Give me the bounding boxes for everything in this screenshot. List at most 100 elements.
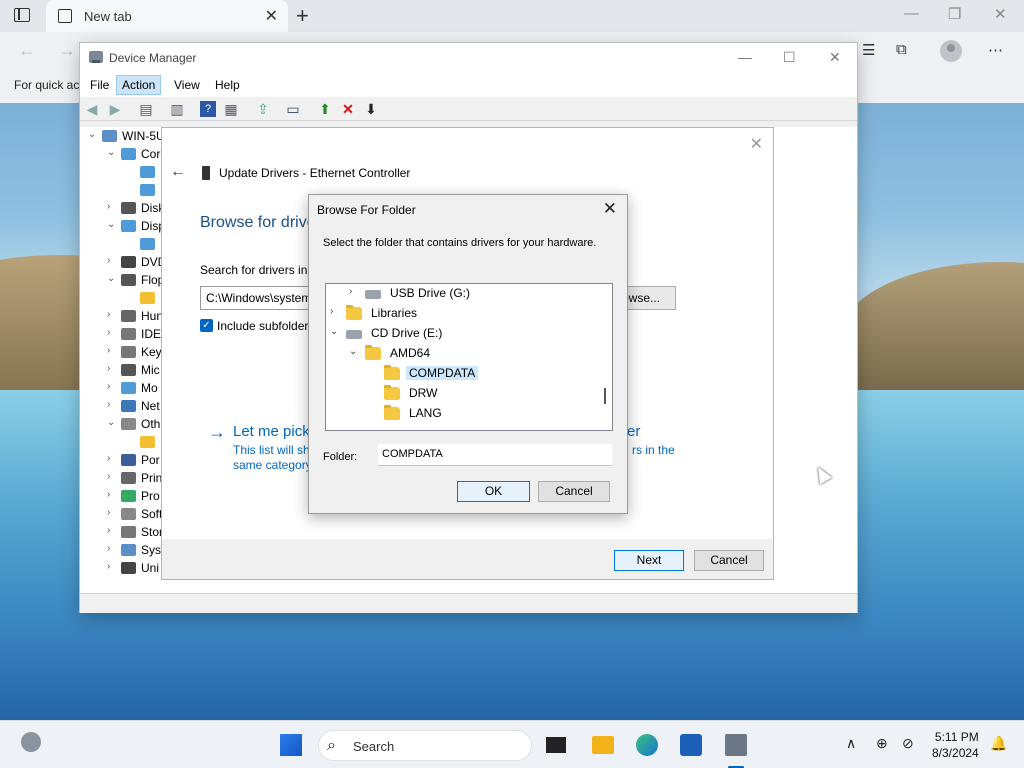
chevron-right-icon[interactable]: ›	[107, 399, 117, 410]
task-view-icon[interactable]	[546, 737, 566, 753]
chevron-right-icon[interactable]: ›	[107, 345, 117, 356]
system-icon	[121, 544, 136, 556]
chevron-down-icon[interactable]: ⌄	[107, 273, 117, 284]
tab-actions-icon[interactable]	[14, 8, 30, 22]
search-location-label: Search for drivers in t	[200, 263, 315, 277]
close-icon[interactable]: ✕	[750, 134, 763, 154]
cancel-button[interactable]: Cancel	[538, 481, 610, 502]
tree-scrollbar[interactable]	[604, 388, 606, 404]
forward-arrow-icon[interactable]: →	[58, 40, 76, 61]
uninstall-icon[interactable]: ✕	[340, 101, 356, 117]
chevron-right-icon[interactable]: ›	[107, 471, 117, 482]
back-arrow-icon[interactable]: ←	[170, 163, 186, 181]
back-arrow-icon[interactable]: ←	[18, 40, 36, 61]
minimize-icon[interactable]: —	[738, 49, 752, 65]
new-tab-button[interactable]: +	[296, 3, 309, 29]
browser-tab[interactable]: New tab ✕	[46, 0, 288, 32]
taskbar-search[interactable]: ⌕ Search	[318, 730, 532, 761]
chevron-right-icon[interactable]: ›	[107, 561, 117, 572]
folder-input[interactable]: COMPDATA	[378, 444, 612, 466]
notifications-bell-icon[interactable]: 🔔	[990, 735, 1007, 752]
device-tree-label: Cor	[141, 147, 161, 161]
collections-icon[interactable]: ⧉	[896, 41, 907, 58]
wizard-footer: Next Cancel	[162, 539, 773, 579]
enable-device-icon[interactable]: ⬆	[317, 101, 333, 117]
chevron-right-icon[interactable]: ›	[107, 543, 117, 554]
chevron-right-icon[interactable]: ›	[107, 381, 117, 392]
restore-icon[interactable]: ❐	[948, 5, 961, 23]
view-icon[interactable]: ▦	[223, 101, 239, 117]
device-manager-taskbar-icon[interactable]	[725, 734, 747, 756]
chevron-right-icon[interactable]: ›	[107, 309, 117, 320]
update-driver-icon[interactable]: ⇪	[255, 101, 271, 117]
chevron-right-icon[interactable]: ›	[107, 453, 117, 464]
search-placeholder: Search	[353, 739, 395, 754]
close-icon[interactable]: ✕	[603, 199, 617, 219]
software-icon	[121, 508, 136, 520]
device-manager-menubar: File Action View Help	[80, 73, 857, 97]
warning-icon	[140, 292, 155, 304]
clock[interactable]: 5:11 PM 8/3/2024	[932, 729, 979, 761]
file-explorer-icon[interactable]	[592, 736, 614, 754]
computer-icon	[102, 130, 117, 142]
storage-icon	[121, 526, 136, 538]
widgets-icon[interactable]	[21, 732, 41, 752]
let-me-pick-link-tail[interactable]: er	[627, 423, 640, 440]
start-icon[interactable]	[280, 734, 302, 756]
device-manager-titlebar: Device Manager — ☐ ✕	[80, 43, 857, 73]
clock-date: 8/3/2024	[932, 746, 979, 760]
close-icon[interactable]: ✕	[829, 49, 841, 66]
list-icon[interactable]: ▥	[169, 101, 185, 117]
ok-button[interactable]: OK	[457, 481, 530, 502]
next-button[interactable]: Next	[614, 550, 684, 571]
include-subfolders-checkbox[interactable]: ✓	[200, 319, 213, 332]
chevron-right-icon[interactable]: ›	[107, 507, 117, 518]
store-icon[interactable]	[680, 734, 702, 756]
menu-file[interactable]: File	[85, 77, 114, 93]
chevron-right-icon[interactable]: ›	[330, 306, 333, 317]
maximize-icon[interactable]: ☐	[783, 49, 796, 66]
network-globe-icon[interactable]: ⊕	[876, 735, 888, 752]
back-icon[interactable]: ◀	[84, 101, 100, 117]
chevron-right-icon[interactable]: ›	[107, 525, 117, 536]
help-icon[interactable]: ?	[200, 101, 216, 117]
properties-icon[interactable]: ▤	[138, 101, 154, 117]
chevron-down-icon[interactable]: ⌄	[88, 129, 98, 140]
taskbar: ⌕ Search ∧ ⊕ ⊘ 5:11 PM 8/3/2024 🔔	[0, 720, 1024, 768]
chevron-right-icon[interactable]: ›	[349, 286, 352, 297]
edge-icon[interactable]	[636, 734, 658, 756]
menu-view[interactable]: View	[169, 77, 205, 93]
more-options-icon[interactable]: ⋯	[988, 41, 1003, 59]
chevron-down-icon[interactable]: ⌄	[107, 147, 117, 158]
disk-icon	[121, 202, 136, 214]
minimize-icon[interactable]: —	[904, 5, 919, 22]
chevron-down-icon[interactable]: ⌄	[107, 417, 117, 428]
dialog-title: Browse For Folder	[317, 203, 416, 217]
disable-device-icon[interactable]: ⬇	[363, 101, 379, 117]
folder-tree-label: LANG	[409, 406, 442, 420]
chevron-right-icon[interactable]: ›	[107, 489, 117, 500]
favorites-list-icon[interactable]: ☰	[862, 41, 875, 59]
chevron-down-icon[interactable]: ⌄	[330, 326, 338, 337]
device-tree-label: Mic	[141, 363, 160, 377]
device-manager-icon	[89, 51, 103, 63]
let-me-pick-link[interactable]: Let me pick	[233, 423, 310, 440]
close-tab-icon[interactable]: ✕	[265, 6, 278, 26]
scan-hardware-icon[interactable]: ▭	[285, 101, 301, 117]
chevron-right-icon[interactable]: ›	[107, 363, 117, 374]
other-devices-icon	[121, 418, 136, 430]
folder-tree-label: COMPDATA	[406, 366, 479, 380]
cancel-button[interactable]: Cancel	[694, 550, 764, 571]
forward-icon[interactable]: ▶	[107, 101, 123, 117]
volume-icon[interactable]: ⊘	[902, 735, 914, 752]
menu-action[interactable]: Action	[116, 75, 162, 95]
chevron-right-icon[interactable]: ›	[107, 327, 117, 338]
chevron-right-icon[interactable]: ›	[107, 255, 117, 266]
chevron-up-icon[interactable]: ∧	[846, 735, 856, 752]
chevron-down-icon[interactable]: ⌄	[349, 346, 357, 357]
profile-avatar[interactable]	[940, 40, 962, 62]
chevron-right-icon[interactable]: ›	[107, 201, 117, 212]
menu-help[interactable]: Help	[210, 77, 245, 93]
close-window-icon[interactable]: ✕	[994, 5, 1007, 23]
chevron-down-icon[interactable]: ⌄	[107, 219, 117, 230]
